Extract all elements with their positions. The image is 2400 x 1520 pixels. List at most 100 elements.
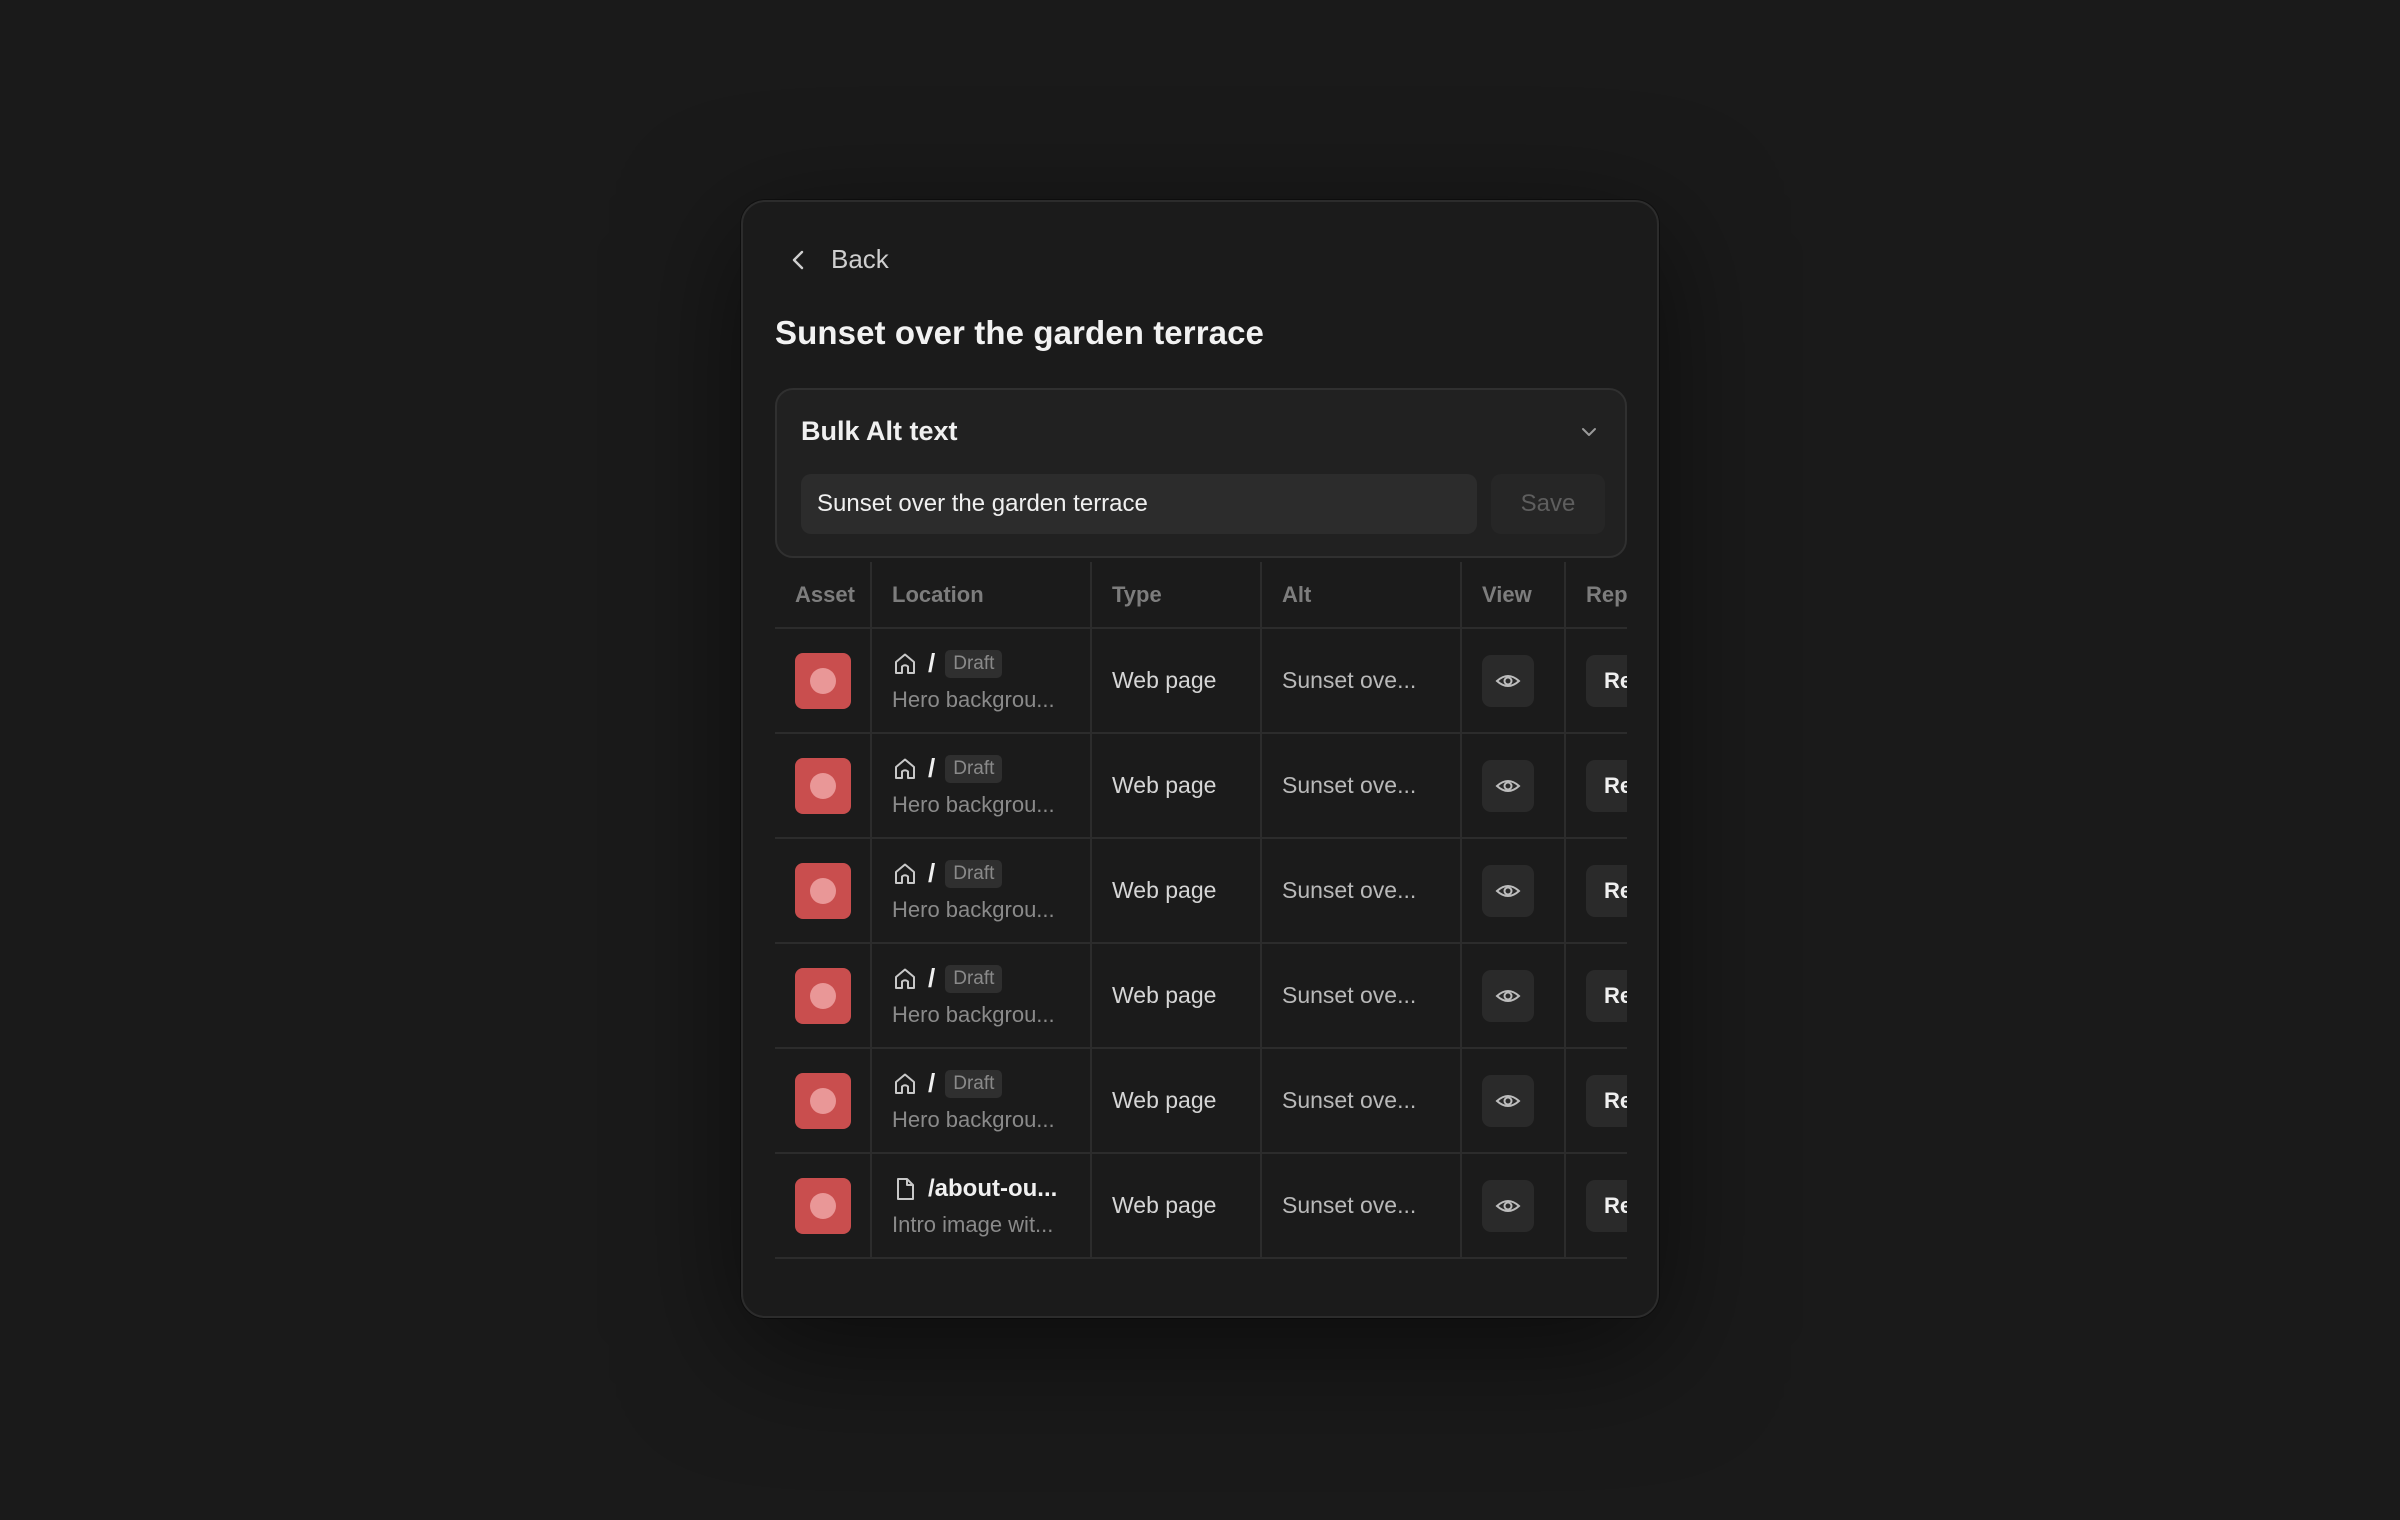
replace-button[interactable]: Re: [1586, 864, 1627, 917]
bulk-alt-text-input[interactable]: [801, 474, 1477, 534]
view-button[interactable]: [1482, 864, 1534, 917]
location-cell: / Draft Hero backgrou...: [871, 838, 1092, 944]
type-cell: Web page: [1091, 1153, 1262, 1259]
home-icon: [895, 863, 915, 884]
view-button[interactable]: [1482, 654, 1534, 707]
table-row: / Draft Hero backgrou... Web page Sunset…: [775, 628, 1627, 734]
location-path: /: [928, 648, 936, 678]
location-cell: / Draft Hero backgrou...: [871, 943, 1092, 1049]
location-cell: / Draft Hero backgrou...: [871, 733, 1092, 839]
table-row: / Draft Hero backgrou... Web page Sunset…: [775, 1048, 1627, 1154]
back-button[interactable]: Back: [789, 244, 889, 275]
alt-cell[interactable]: Sunset ove...: [1261, 1048, 1462, 1154]
save-button[interactable]: Save: [1491, 474, 1605, 534]
asset-thumbnail-dot: [810, 982, 836, 1009]
asset-thumbnail-dot: [810, 772, 836, 799]
location-description: Intro image wit...: [892, 1211, 1054, 1237]
asset-cell: [775, 733, 872, 839]
column-header-alt: Alt: [1261, 562, 1462, 629]
eye-icon: [1495, 884, 1521, 897]
alt-cell[interactable]: Sunset ove...: [1261, 838, 1462, 944]
view-button[interactable]: [1482, 1179, 1534, 1232]
type-cell: Web page: [1091, 943, 1262, 1049]
asset-thumbnail[interactable]: [795, 967, 851, 1024]
asset-thumbnail-dot: [810, 1192, 836, 1219]
draft-badge: Draft: [945, 964, 1003, 993]
draft-badge: Draft: [945, 649, 1003, 678]
location-path: /: [928, 1068, 936, 1098]
column-header-type: Type: [1091, 562, 1262, 629]
replace-cell: Re: [1565, 628, 1627, 734]
replace-button[interactable]: Re: [1586, 969, 1627, 1022]
asset-thumbnail[interactable]: [795, 1177, 851, 1234]
column-header-location: Location: [871, 562, 1092, 629]
home-icon: [895, 758, 915, 779]
location-description: Hero backgrou...: [892, 686, 1055, 712]
eye-icon: [1495, 1199, 1521, 1212]
replace-button[interactable]: Re: [1586, 1074, 1627, 1127]
asset-cell: [775, 1153, 872, 1259]
alt-cell[interactable]: Sunset ove...: [1261, 943, 1462, 1049]
type-cell: Web page: [1091, 838, 1262, 944]
page-title: Sunset over the garden terrace: [775, 314, 1265, 351]
alt-cell[interactable]: Sunset ove...: [1261, 733, 1462, 839]
replace-button[interactable]: Re: [1586, 654, 1627, 707]
type-cell: Web page: [1091, 1048, 1262, 1154]
assets-table: Asset Location Type Alt View Rep / Draft: [775, 562, 1627, 1259]
assets-table-container[interactable]: Asset Location Type Alt View Rep / Draft: [775, 562, 1627, 1262]
eye-icon: [1495, 1094, 1521, 1107]
table-row: / Draft Hero backgrou... Web page Sunset…: [775, 943, 1627, 1049]
location-path: /: [928, 858, 936, 888]
alt-cell[interactable]: Sunset ove...: [1261, 628, 1462, 734]
location-path: /: [928, 753, 936, 783]
table-row: / Draft Hero backgrou... Web page Sunset…: [775, 838, 1627, 944]
asset-thumbnail[interactable]: [795, 1072, 851, 1129]
bulk-alt-text-section: Bulk Alt text Save: [775, 388, 1627, 558]
asset-cell: [775, 943, 872, 1049]
eye-icon: [1495, 779, 1521, 792]
draft-badge: Draft: [945, 754, 1003, 783]
asset-cell: [775, 1048, 872, 1154]
home-icon: [895, 653, 915, 674]
column-header-asset: Asset: [775, 562, 872, 629]
replace-cell: Re: [1565, 733, 1627, 839]
asset-thumbnail-dot: [810, 877, 836, 904]
replace-cell: Re: [1565, 838, 1627, 944]
chevron-down-icon[interactable]: [1579, 422, 1599, 442]
view-cell: [1461, 628, 1566, 734]
view-button[interactable]: [1482, 1074, 1534, 1127]
asset-thumbnail[interactable]: [795, 652, 851, 709]
home-icon: [895, 1073, 915, 1094]
replace-button[interactable]: Re: [1586, 759, 1627, 812]
view-button[interactable]: [1482, 969, 1534, 1022]
draft-badge: Draft: [945, 859, 1003, 888]
asset-detail-panel: Back Sunset over the garden terrace Bulk…: [741, 200, 1659, 1318]
bulk-alt-text-title: Bulk Alt text: [801, 416, 958, 446]
column-header-view: View: [1461, 562, 1566, 629]
type-cell: Web page: [1091, 733, 1262, 839]
asset-thumbnail[interactable]: [795, 862, 851, 919]
location-description: Hero backgrou...: [892, 1106, 1055, 1132]
asset-thumbnail-dot: [810, 667, 836, 694]
location-description: Hero backgrou...: [892, 1001, 1055, 1027]
type-cell: Web page: [1091, 628, 1262, 734]
table-row: /about-ou... Intro image wit... Web page…: [775, 1153, 1627, 1259]
replace-button[interactable]: Re: [1586, 1179, 1627, 1232]
location-description: Hero backgrou...: [892, 791, 1055, 817]
view-button[interactable]: [1482, 759, 1534, 812]
location-cell: /about-ou... Intro image wit...: [871, 1153, 1092, 1259]
eye-icon: [1495, 989, 1521, 1002]
location-path: /: [928, 963, 936, 993]
asset-thumbnail[interactable]: [795, 757, 851, 814]
asset-cell: [775, 628, 872, 734]
alt-cell[interactable]: Sunset ove...: [1261, 1153, 1462, 1259]
view-cell: [1461, 838, 1566, 944]
location-description: Hero backgrou...: [892, 896, 1055, 922]
eye-icon: [1495, 674, 1521, 687]
view-cell: [1461, 1048, 1566, 1154]
back-label: Back: [831, 244, 889, 274]
asset-thumbnail-dot: [810, 1087, 836, 1114]
replace-cell: Re: [1565, 943, 1627, 1049]
replace-cell: Re: [1565, 1153, 1627, 1259]
asset-cell: [775, 838, 872, 944]
